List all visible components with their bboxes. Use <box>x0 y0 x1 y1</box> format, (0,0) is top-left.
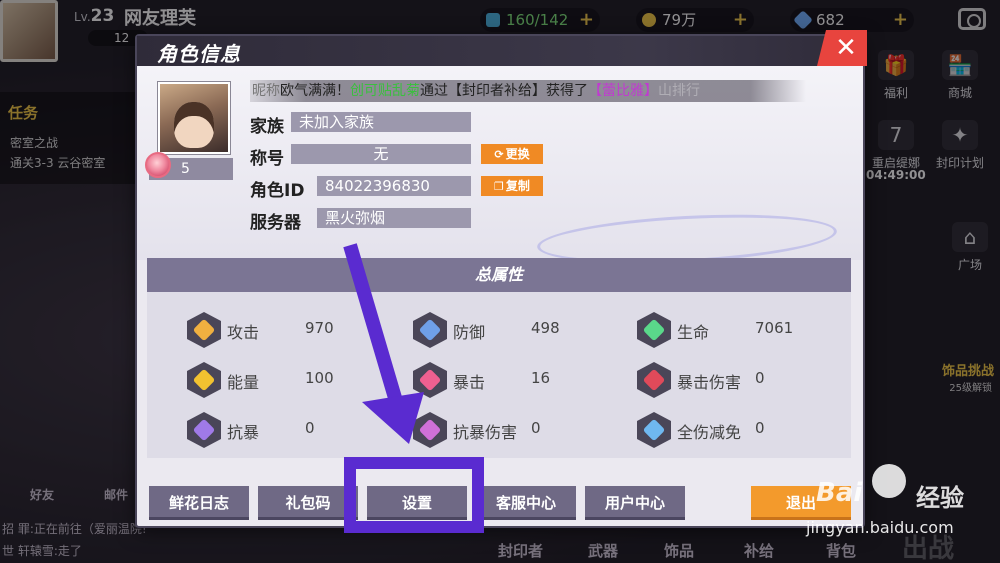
stat-defense: 防御 498 <box>413 312 623 348</box>
customer-service-button[interactable]: 客服中心 <box>476 486 576 520</box>
crit-damage-icon <box>637 362 671 398</box>
server-label: 服务器 <box>250 213 301 233</box>
shield-icon <box>413 312 447 348</box>
server-value: 黑火弥烟 <box>317 208 471 228</box>
change-title-button[interactable]: ⟳ 更换 <box>481 144 543 164</box>
stat-crit-damage: 暴击伤害 0 <box>637 362 847 398</box>
role-id-label: 角色ID <box>250 181 305 201</box>
copy-icon: ❐ <box>494 180 504 193</box>
stat-crit: 暴击 16 <box>413 362 623 398</box>
stat-crit-damage-resist: 抗暴伤害 0 <box>413 412 623 448</box>
gift-code-button[interactable]: 礼包码 <box>258 486 358 520</box>
role-id-value: 84022396830 <box>317 176 471 196</box>
paw-logo-icon <box>872 464 906 498</box>
announcement-ticker: 昵称欧气满满！创可贴乱菊通过【封印者补给】获得了【蕾比雅】山排行 <box>250 80 806 102</box>
damage-reduction-icon <box>637 412 671 448</box>
crit-resist-icon <box>187 412 221 448</box>
attributes-panel: 总属性 攻击 970 防御 498 生命 7061 能量 100 暴击 16 暴击伤害 0 … <box>147 258 851 458</box>
family-value: 未加入家族 <box>291 112 471 132</box>
copy-id-button[interactable]: ❐ 复制 <box>481 176 543 196</box>
crit-icon <box>413 362 447 398</box>
family-label: 家族 <box>250 117 284 137</box>
refresh-icon: ⟳ <box>494 148 504 161</box>
stat-hp: 生命 7061 <box>637 312 847 348</box>
baidu-watermark: Bai 经验 jingyan.baidu.com <box>806 458 996 538</box>
character-portrait[interactable] <box>158 82 230 154</box>
rose-icon <box>145 152 171 178</box>
character-info-dialog: 角色信息 ✕ 5 昵称欧气满满！创可贴乱菊通过【封印者补给】获得了【蕾比雅】山排… <box>137 30 867 526</box>
stat-crit-resist: 抗暴 0 <box>187 412 397 448</box>
dialog-header: 角色信息 <box>137 36 863 66</box>
stat-energy: 能量 100 <box>187 362 397 398</box>
user-center-button[interactable]: 用户中心 <box>585 486 685 520</box>
title-value: 无 <box>291 144 471 164</box>
crit-damage-resist-icon <box>413 412 447 448</box>
sword-icon <box>187 312 221 348</box>
flower-log-button[interactable]: 鲜花日志 <box>149 486 249 520</box>
stat-damage-reduction: 全伤减免 0 <box>637 412 847 448</box>
stat-attack: 攻击 970 <box>187 312 397 348</box>
energy-icon <box>187 362 221 398</box>
attributes-title: 总属性 <box>147 258 851 292</box>
title-label: 称号 <box>250 149 284 169</box>
heart-icon <box>637 312 671 348</box>
dialog-title: 角色信息 <box>157 42 241 66</box>
settings-highlight-box <box>344 457 484 533</box>
